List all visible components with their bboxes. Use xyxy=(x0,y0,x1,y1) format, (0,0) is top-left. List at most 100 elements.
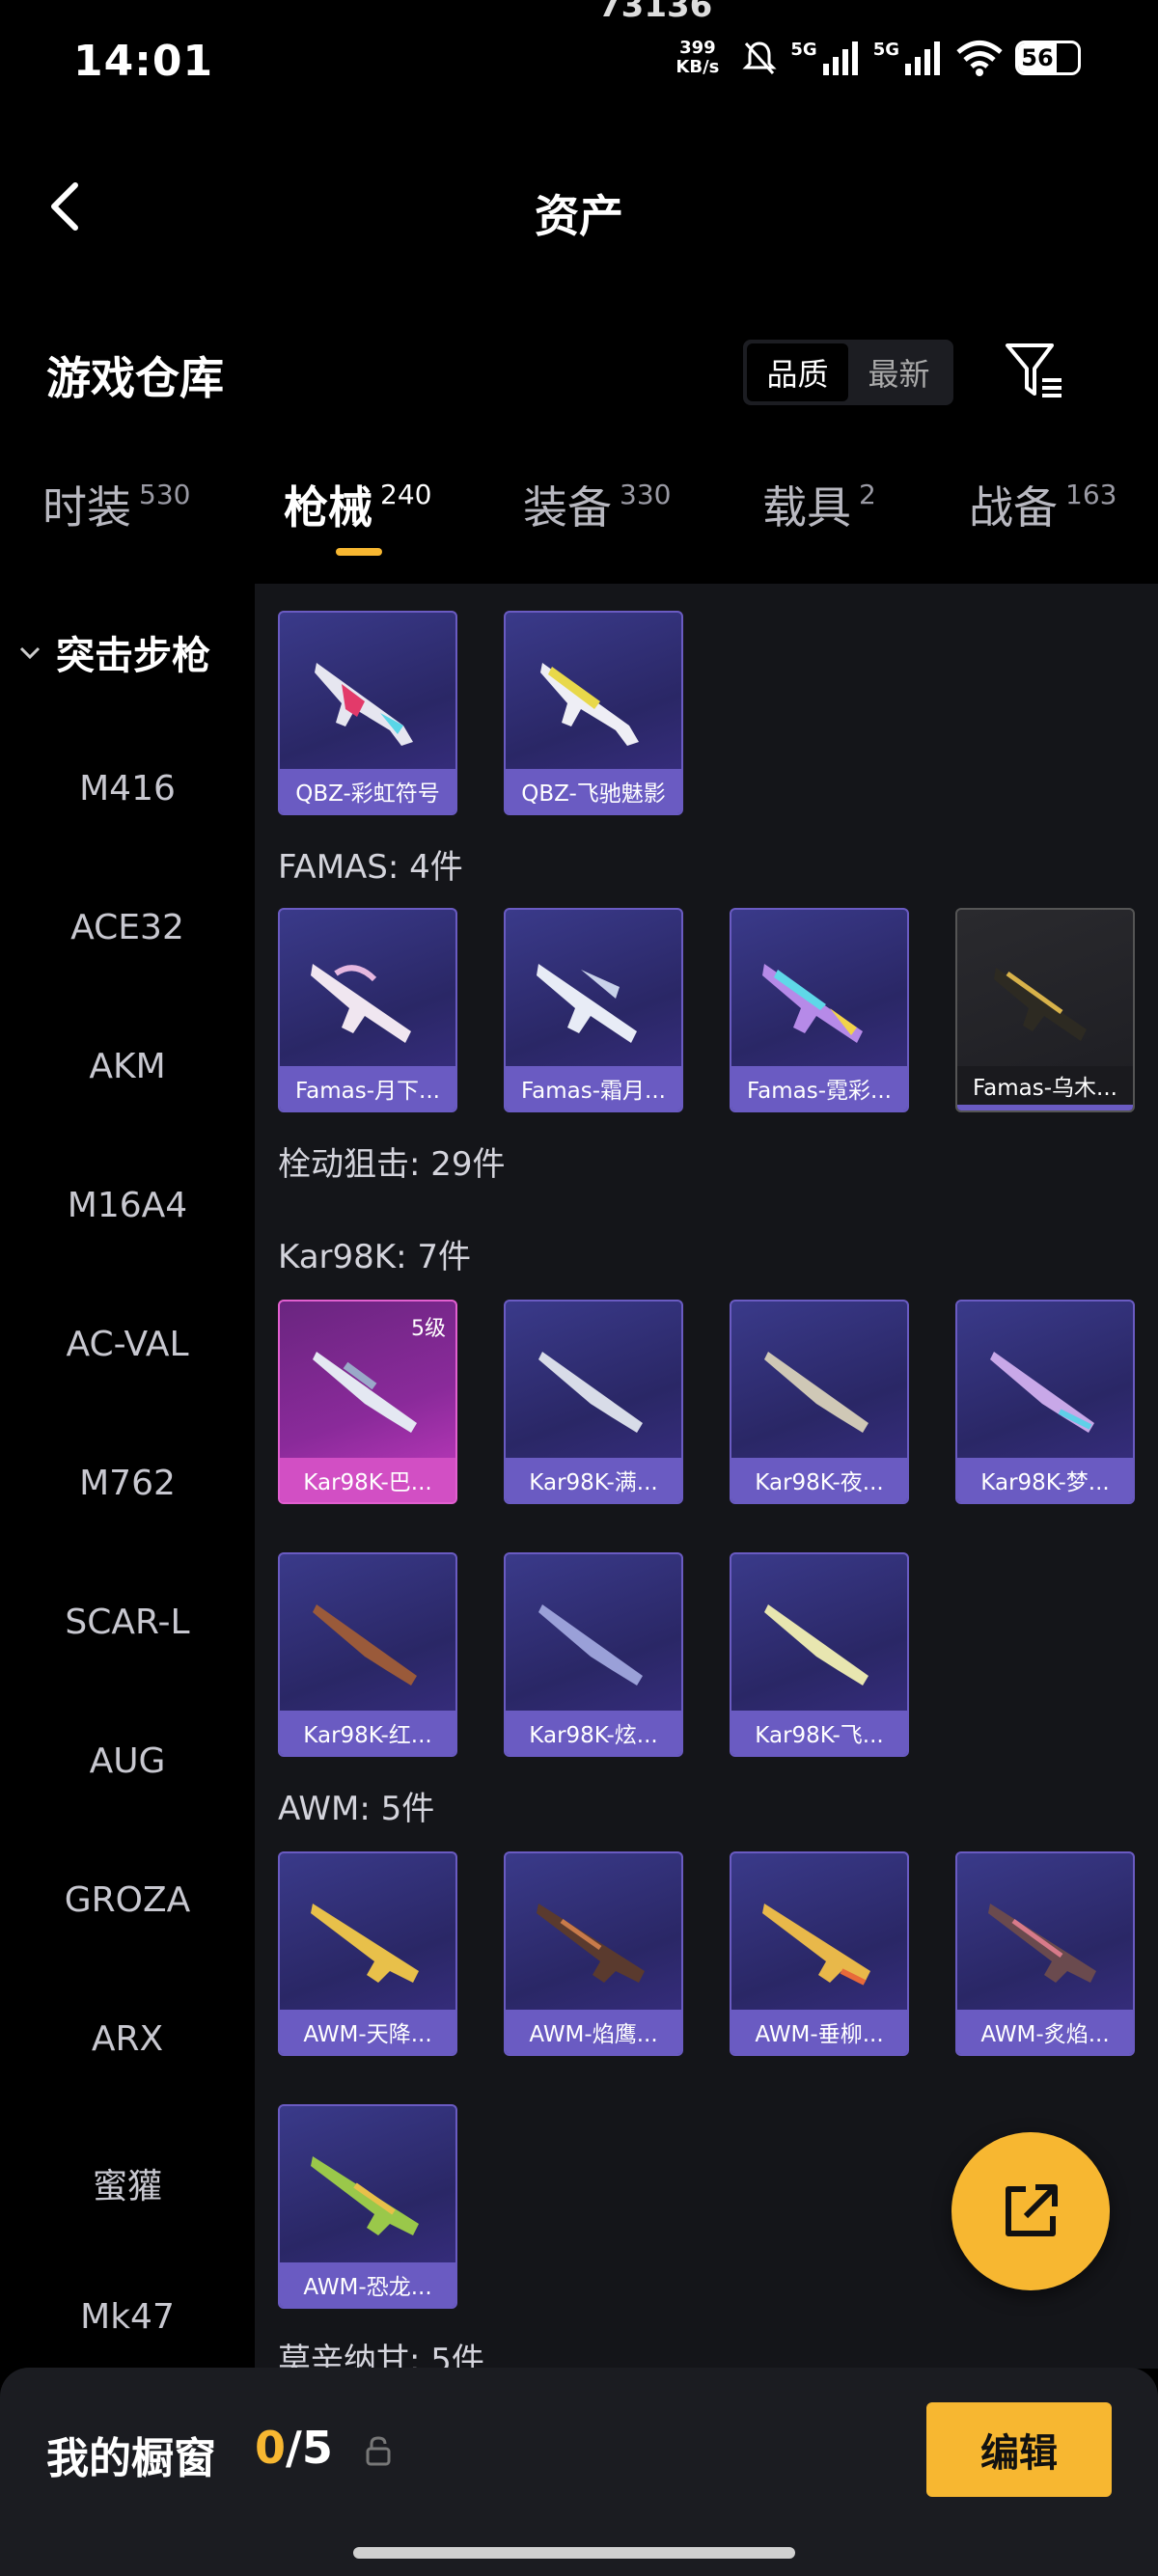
rifle-icon xyxy=(762,964,863,1043)
sniper-rifle-icon xyxy=(990,1352,1094,1433)
skin-card[interactable]: Kar98K-炫... xyxy=(504,1552,683,1757)
lock-icon xyxy=(366,2436,391,2466)
battery-icon: 56 xyxy=(1015,41,1081,75)
status-time: 14:01 xyxy=(73,37,214,86)
title-bar: 资产 xyxy=(0,154,1158,260)
section-header-kar98k: Kar98K: 7件 xyxy=(278,1238,471,1276)
skin-card-label: Famas-乌木... xyxy=(957,1066,1133,1110)
sort-toggle: 品质 最新 xyxy=(743,340,953,405)
sidebar-item-ace32[interactable]: ACE32 xyxy=(0,908,255,947)
home-indicator[interactable] xyxy=(353,2547,795,2559)
sidebar-item-arx[interactable]: ARX xyxy=(0,2019,255,2059)
skin-card[interactable]: AWM-天降... xyxy=(278,1851,457,2056)
status-icons: 399 KB/s 5G 5G 56 xyxy=(676,39,1081,77)
skin-card[interactable]: QBZ-飞驰魅影 xyxy=(504,611,683,815)
category-tabs: 时装 530 枪械 240 装备 330 载具 2 战备 163 xyxy=(0,473,1158,560)
sniper-rifle-icon xyxy=(313,1604,417,1685)
chevron-down-icon xyxy=(19,646,41,660)
sidebar-item-mk47[interactable]: Mk47 xyxy=(0,2297,255,2337)
sniper-rifle-icon xyxy=(762,1904,870,1986)
mute-bell-icon xyxy=(742,41,777,75)
sniper-rifle-icon xyxy=(313,1352,417,1433)
sidebar-item-m416[interactable]: M416 xyxy=(0,769,255,808)
filter-icon[interactable] xyxy=(1004,340,1067,403)
skin-card[interactable]: 5级 Kar98K-巴... xyxy=(278,1300,457,1504)
status-bar: 73136 14:01 399 KB/s 5G 5G 56 xyxy=(0,0,1158,125)
net-speed: 399 KB/s xyxy=(676,39,719,77)
showcase-bar: 我的橱窗 0/5 编辑 xyxy=(0,2368,1158,2576)
section-header-bolt-action: 栓动狙击: 29件 xyxy=(278,1145,506,1184)
sort-newest-option[interactable]: 最新 xyxy=(848,343,950,401)
skin-card-label: Famas-霓彩... xyxy=(731,1066,907,1110)
skin-card[interactable]: AWM-炙焰... xyxy=(955,1851,1135,2056)
skin-card[interactable]: Famas-霜月... xyxy=(504,908,683,1112)
tab-supplies[interactable]: 战备 163 xyxy=(969,473,1117,536)
skin-card-label: Kar98K-红... xyxy=(280,1711,455,1755)
skin-card-label: QBZ-飞驰魅影 xyxy=(506,769,681,813)
skin-card[interactable]: AWM-焰鹰... xyxy=(504,1851,683,2056)
sidebar-item-m762[interactable]: M762 xyxy=(0,1464,255,1503)
weapon-type-sidebar: 突击步枪 M416 ACE32 AKM M16A4 AC-VAL M762 SC… xyxy=(0,584,255,2369)
share-button[interactable] xyxy=(951,2132,1110,2290)
showcase-label: 我的橱窗 xyxy=(46,2434,216,2483)
skin-card[interactable]: Kar98K-夜... xyxy=(730,1300,909,1504)
skin-card[interactable]: Famas-霓彩... xyxy=(730,908,909,1112)
sidebar-group-assault-rifles[interactable]: 突击步枪 xyxy=(17,624,210,680)
sidebar-item-akm[interactable]: AKM xyxy=(0,1047,255,1086)
skin-card[interactable]: Kar98K-红... xyxy=(278,1552,457,1757)
skin-card[interactable]: Famas-乌木... xyxy=(955,908,1135,1112)
skin-card-label: Kar98K-夜... xyxy=(731,1458,907,1502)
skin-card-label: Kar98K-满... xyxy=(506,1458,681,1502)
skin-card-label: AWM-恐龙... xyxy=(280,2262,455,2307)
skin-card-label: Kar98K-巴... xyxy=(280,1458,455,1502)
sniper-rifle-icon xyxy=(311,2156,419,2235)
tab-vehicles[interactable]: 载具 2 xyxy=(762,473,876,536)
tab-fashion[interactable]: 时装 530 xyxy=(42,473,190,536)
rifle-icon xyxy=(315,663,413,746)
sidebar-item-m16a4[interactable]: M16A4 xyxy=(0,1186,255,1225)
edit-button[interactable]: 编辑 xyxy=(926,2402,1112,2497)
tab-count: 2 xyxy=(859,479,876,510)
skin-card[interactable]: Kar98K-满... xyxy=(504,1300,683,1504)
tab-label: 装备 xyxy=(523,481,612,534)
showcase-count: 0/5 xyxy=(255,2422,333,2474)
skin-card[interactable]: Kar98K-飞... xyxy=(730,1552,909,1757)
sidebar-item-ac-val[interactable]: AC-VAL xyxy=(0,1325,255,1364)
skin-card[interactable]: AWM-恐龙... xyxy=(278,2104,457,2309)
skin-card-label: AWM-天降... xyxy=(280,2010,455,2054)
skin-card-label: Famas-月下... xyxy=(280,1066,455,1110)
skin-card[interactable]: Famas-月下... xyxy=(278,908,457,1112)
section-header-mosin: 莫辛纳甘: 5件 xyxy=(278,2342,484,2369)
sort-quality-option[interactable]: 品质 xyxy=(747,343,848,401)
share-external-icon xyxy=(1006,2184,1058,2236)
net-speed-unit: KB/s xyxy=(676,57,720,77)
tab-label: 枪械 xyxy=(284,481,372,534)
tab-equipment[interactable]: 装备 330 xyxy=(523,473,671,536)
signal2-label: 5G xyxy=(872,39,899,60)
skin-card-label: Kar98K-炫... xyxy=(506,1711,681,1755)
skin-card[interactable]: Kar98K-梦... xyxy=(955,1300,1135,1504)
skin-card[interactable]: QBZ-彩虹符号 xyxy=(278,611,457,815)
tab-label: 战备 xyxy=(969,481,1058,534)
sniper-rifle-icon xyxy=(537,1904,645,1983)
showcase-max: 5 xyxy=(301,2422,333,2474)
skin-card-label: AWM-焰鹰... xyxy=(506,2010,681,2054)
sidebar-item-aug[interactable]: AUG xyxy=(0,1741,255,1781)
skin-card-label: AWM-炙焰... xyxy=(957,2010,1133,2054)
sniper-rifle-icon xyxy=(311,1904,419,1983)
sidebar-item-honey-badger[interactable]: 蜜獾 xyxy=(0,2158,255,2208)
skin-card-label: Kar98K-梦... xyxy=(957,1458,1133,1502)
skin-card-label: AWM-垂柳... xyxy=(731,2010,907,2054)
sniper-rifle-icon xyxy=(538,1604,643,1685)
skin-card[interactable]: AWM-垂柳... xyxy=(730,1851,909,2056)
tab-label: 载具 xyxy=(762,481,851,534)
sidebar-group-label: 突击步枪 xyxy=(56,634,210,678)
status-top-fragment: 73136 xyxy=(598,0,713,25)
sidebar-item-groza[interactable]: GROZA xyxy=(0,1880,255,1920)
skin-card-label: Famas-霜月... xyxy=(506,1066,681,1110)
sniper-rifle-icon xyxy=(988,1904,1096,1983)
rifle-icon xyxy=(537,964,637,1043)
section-header-awm: AWM: 5件 xyxy=(278,1790,435,1828)
sidebar-item-scar-l[interactable]: SCAR-L xyxy=(0,1603,255,1642)
tab-firearms[interactable]: 枪械 240 xyxy=(284,473,431,536)
